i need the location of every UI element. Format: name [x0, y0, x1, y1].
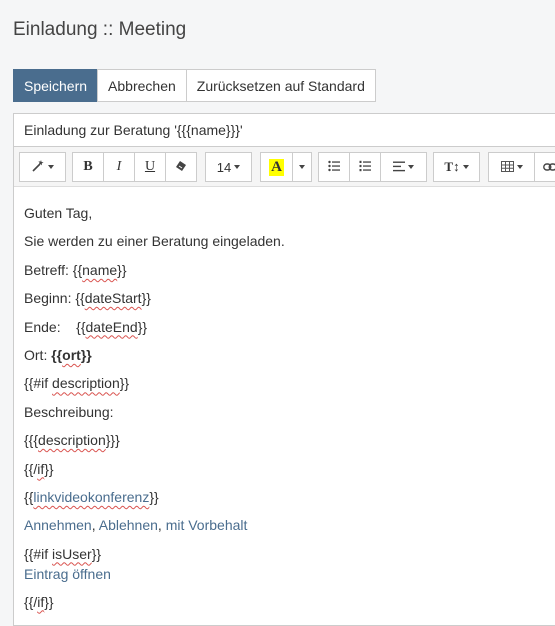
- name-variable: name: [82, 261, 118, 278]
- format-group: B I U: [72, 152, 197, 182]
- eraser-icon: [175, 160, 187, 175]
- action-bar: Speichern Abbrechen Zurücksetzen auf Sta…: [13, 69, 376, 102]
- bold-icon: B: [83, 159, 93, 174]
- text-height-dropdown[interactable]: T↕: [433, 152, 480, 182]
- align-icon: [393, 160, 405, 175]
- underline-button[interactable]: U: [134, 152, 166, 182]
- caret-icon: [234, 165, 241, 169]
- unordered-list-icon: [328, 160, 340, 175]
- magic-wand-dropdown[interactable]: [19, 152, 66, 182]
- caret-icon: [408, 165, 414, 169]
- description-variable-line: {{{description}}}: [24, 432, 120, 449]
- caret-icon: [462, 165, 469, 169]
- style-group: [19, 152, 66, 182]
- font-size-dropdown[interactable]: 14: [205, 152, 252, 182]
- greeting-line: Guten Tag,: [24, 205, 93, 221]
- reset-to-default-button[interactable]: Zurücksetzen auf Standard: [185, 69, 376, 102]
- text-height-icon: T↕: [444, 159, 460, 174]
- caret-icon: [299, 165, 305, 169]
- linkvideo-line: {{linkvideokonferenz}}: [24, 488, 159, 505]
- font-color-icon: A: [269, 158, 284, 176]
- decline-link[interactable]: Ablehnen: [99, 517, 158, 533]
- tentative-link[interactable]: mit Vorbehalt: [166, 517, 248, 533]
- intro-line: Sie werden zu einer Beratung eingeladen.: [24, 233, 285, 250]
- insert-group: [488, 152, 555, 182]
- caret-icon: [48, 165, 54, 169]
- rich-text-editor: B I U 14 A T↕ Guten Tag, Sie werden zu e…: [13, 146, 555, 626]
- ende-line: Ende: {{dateEnd}}: [24, 318, 148, 335]
- linkvideo-variable[interactable]: linkvideokonferenz: [33, 489, 149, 505]
- date-end-variable: dateEnd: [85, 318, 138, 335]
- open-entry-line: Eintrag öffnen: [24, 564, 555, 584]
- accept-link[interactable]: Annehmen: [24, 517, 92, 533]
- beginn-line: Beginn: {{dateStart}}: [24, 290, 151, 307]
- italic-button[interactable]: I: [103, 152, 135, 182]
- text-height-group: T↕: [433, 152, 480, 182]
- font-size-group: 14: [205, 152, 252, 182]
- link-icon: [543, 160, 555, 175]
- underline-icon: U: [144, 159, 156, 174]
- subject-input[interactable]: [13, 113, 555, 147]
- beschreibung-line: Beschreibung:: [24, 403, 114, 420]
- clear-format-button[interactable]: [165, 152, 197, 182]
- page-title: Einladung :: Meeting: [13, 19, 187, 40]
- editor-toolbar: B I U 14 A T↕: [14, 147, 555, 187]
- ort-line: Ort: {{ort}}: [24, 346, 92, 363]
- ordered-list-icon: [359, 160, 371, 175]
- list-group: [318, 152, 427, 182]
- table-icon: [500, 160, 514, 175]
- align-dropdown[interactable]: [380, 152, 427, 182]
- endif-line: {{/if}}: [24, 460, 54, 477]
- font-size-value: 14: [216, 159, 232, 175]
- italic-icon: I: [116, 159, 122, 174]
- editor-content[interactable]: Guten Tag, Sie werden zu einer Beratung …: [14, 187, 555, 616]
- magic-wand-icon: [31, 159, 45, 176]
- save-button[interactable]: Speichern: [13, 69, 99, 102]
- color-group: A: [260, 152, 312, 182]
- caret-icon: [516, 165, 523, 169]
- response-links-line: Annehmen, Ablehnen, mit Vorbehalt: [24, 517, 248, 534]
- insert-link-button[interactable]: [534, 152, 555, 182]
- date-start-variable: dateStart: [84, 290, 142, 307]
- font-color-dropdown[interactable]: [292, 152, 312, 182]
- endif-user-line: {{/if}}: [24, 593, 54, 610]
- if-user-line: {{#if isUser}}: [24, 545, 102, 562]
- cancel-button[interactable]: Abbrechen: [97, 69, 187, 102]
- ort-variable: ort: [62, 346, 81, 363]
- open-entry-link[interactable]: Eintrag öffnen: [24, 566, 111, 582]
- unordered-list-button[interactable]: [318, 152, 350, 182]
- betreff-line: Betreff: {{name}}: [24, 261, 127, 278]
- bold-button[interactable]: B: [72, 152, 104, 182]
- table-dropdown[interactable]: [488, 152, 535, 182]
- if-description-line: {{#if description}}: [24, 375, 130, 392]
- ordered-list-button[interactable]: [349, 152, 381, 182]
- font-color-button[interactable]: A: [260, 152, 293, 182]
